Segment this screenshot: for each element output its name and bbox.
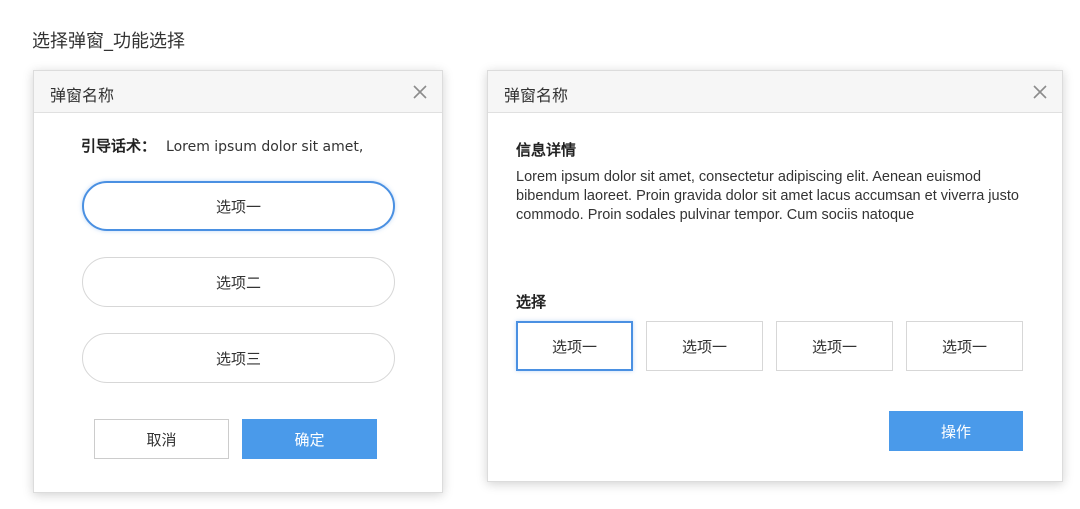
select-option-2[interactable]: 选项一 (646, 321, 763, 371)
dialog-header: 弹窗名称 (488, 71, 1062, 113)
select-option-3[interactable]: 选项一 (776, 321, 893, 371)
guide-label: 引导话术： (81, 137, 157, 155)
dialog-header: 弹窗名称 (34, 71, 442, 113)
option-dialog: 弹窗名称 引导话术： Lorem ipsum dolor sit amet, 选项… (33, 70, 443, 493)
confirm-button[interactable]: 确定 (242, 419, 377, 459)
info-text: Lorem ipsum dolor sit amet, consectetur … (516, 169, 1019, 223)
option-button-1[interactable]: 选项一 (82, 181, 395, 231)
cancel-button[interactable]: 取消 (94, 419, 229, 459)
option-button-3[interactable]: 选项三 (82, 333, 395, 383)
select-option-4[interactable]: 选项一 (906, 321, 1023, 371)
option-button-2[interactable]: 选项二 (82, 257, 395, 307)
action-button[interactable]: 操作 (889, 411, 1023, 451)
dialog-title: 弹窗名称 (50, 86, 115, 105)
guide-text: 引导话术： Lorem ipsum dolor sit amet, (81, 135, 363, 156)
guide-content: Lorem ipsum dolor sit amet, (166, 139, 364, 155)
info-section-title: 信息详情 (516, 141, 577, 159)
select-section-title: 选择 (516, 293, 547, 311)
select-option-1[interactable]: 选项一 (516, 321, 633, 371)
page-title: 选择弹窗_功能选择 (32, 31, 185, 52)
close-icon[interactable] (412, 84, 428, 100)
info-select-dialog: 弹窗名称 信息详情 Lorem ipsum dolor sit amet, co… (487, 70, 1063, 482)
close-icon[interactable] (1032, 84, 1048, 100)
dialog-title: 弹窗名称 (504, 86, 569, 105)
